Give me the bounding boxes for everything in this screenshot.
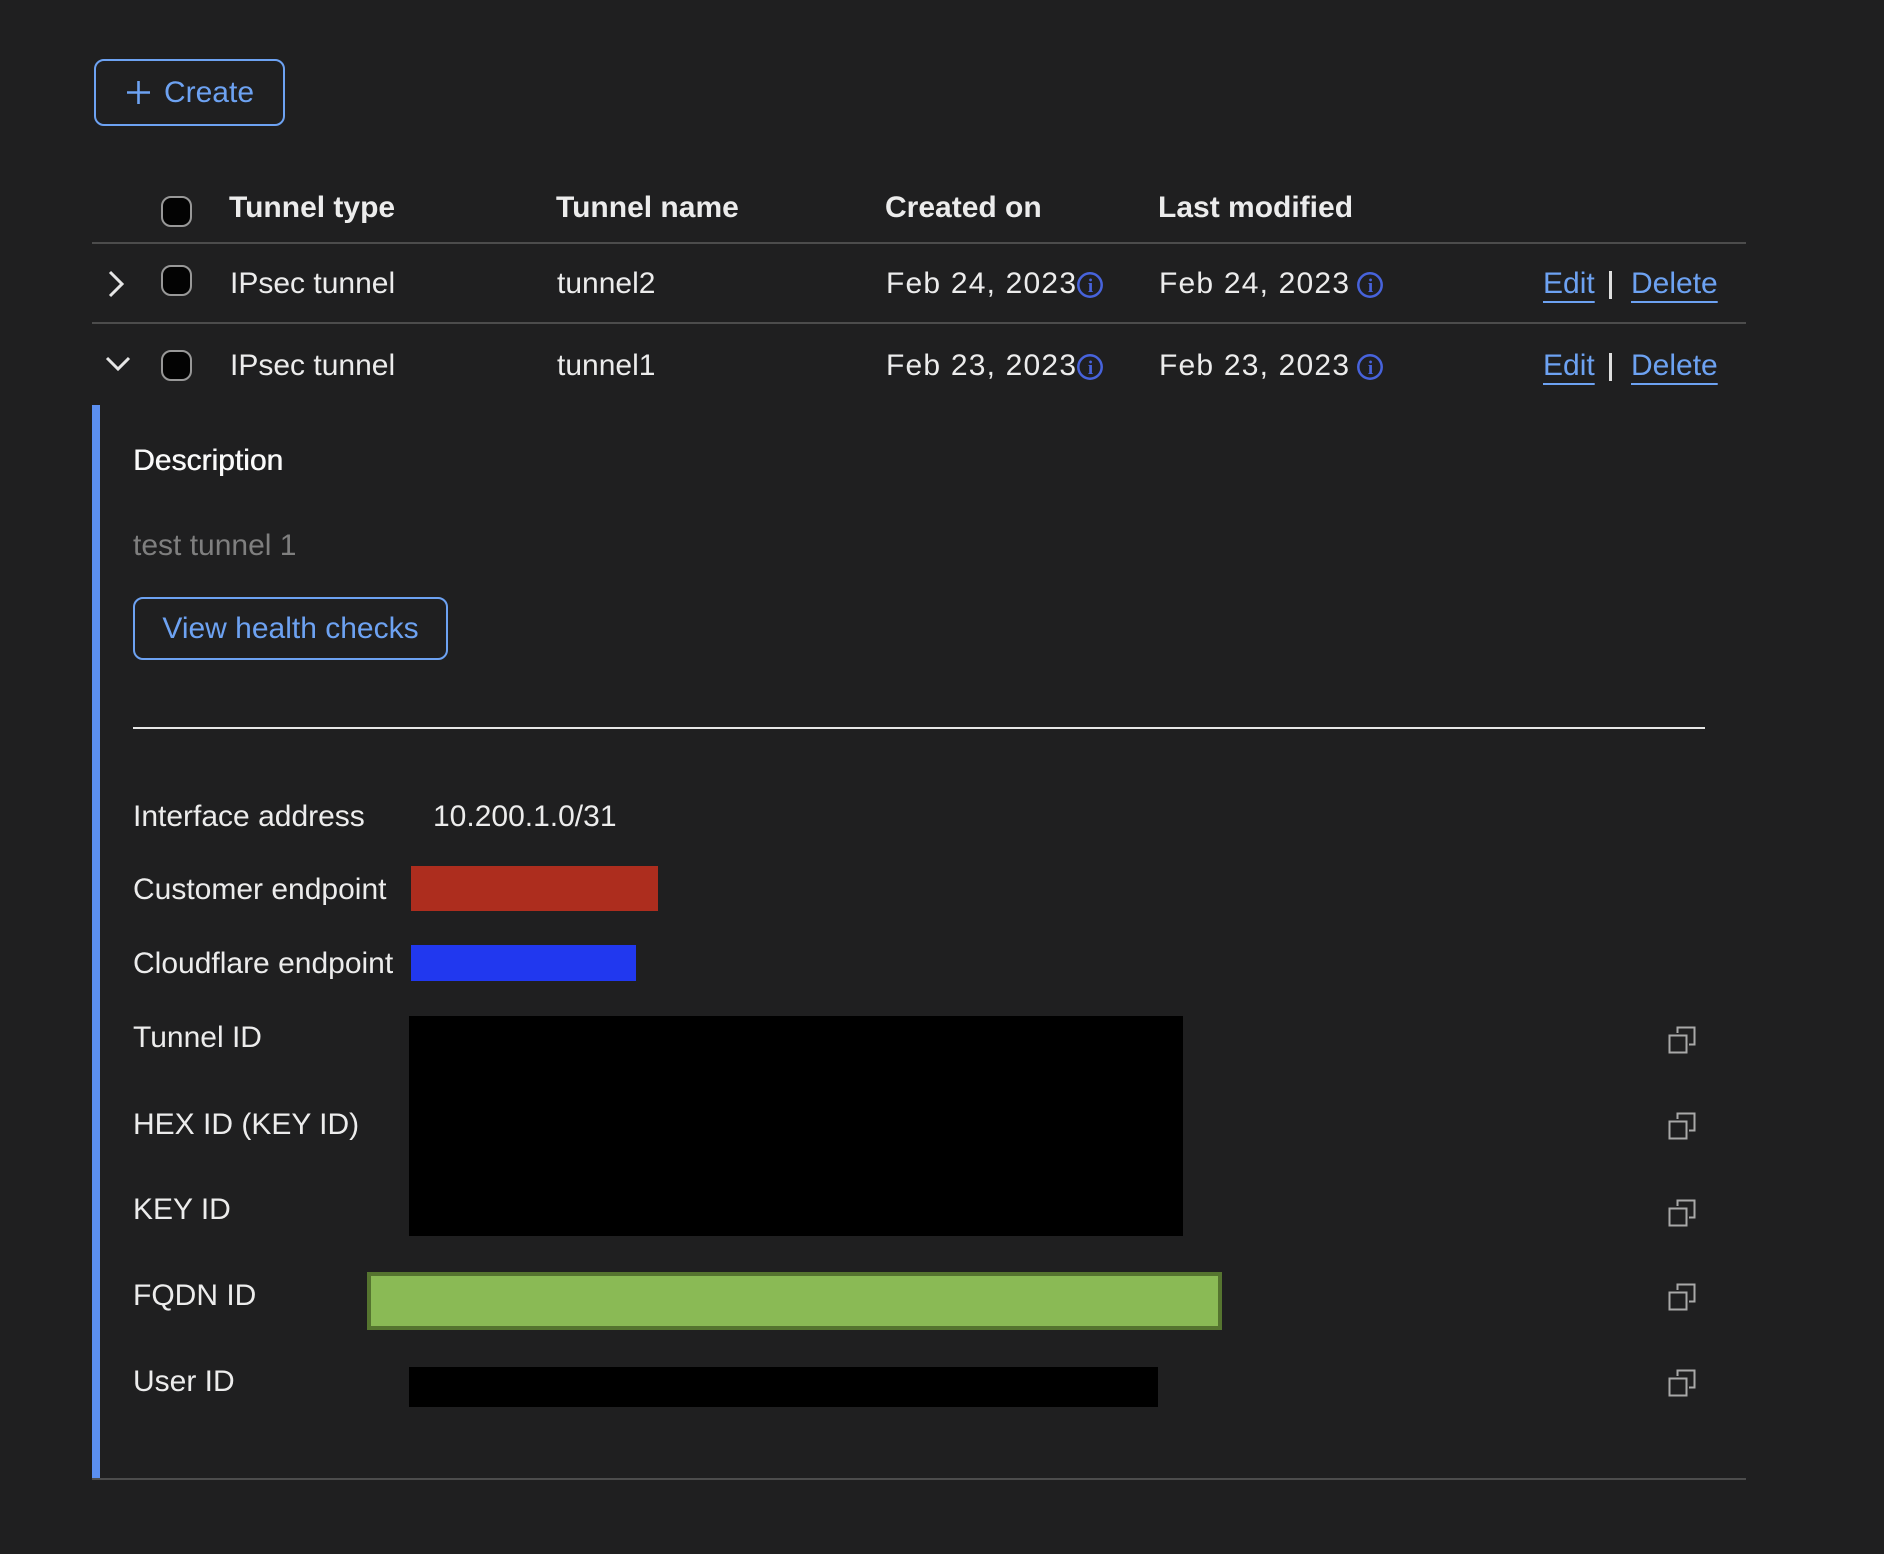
svg-text:i: i bbox=[1088, 358, 1093, 379]
svg-text:i: i bbox=[1368, 276, 1373, 297]
svg-text:i: i bbox=[1088, 276, 1093, 297]
svg-text:i: i bbox=[1368, 358, 1373, 379]
